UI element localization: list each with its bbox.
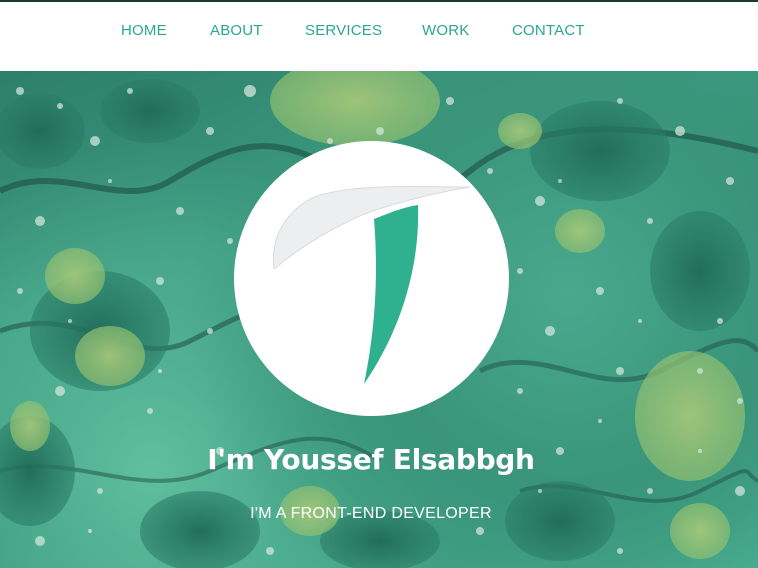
- hero-section: I'm Youssef Elsabbgh I'M A FRONT-END DEV…: [0, 71, 758, 568]
- t-logo-icon: [272, 185, 471, 384]
- page: HOME ABOUT SERVICES WORK CONTACT I'm You…: [0, 0, 758, 568]
- hero-subtitle: I'M A FRONT-END DEVELOPER: [250, 505, 492, 522]
- top-strip: [0, 0, 758, 2]
- nav-link-home[interactable]: HOME: [121, 22, 167, 39]
- hero-title: I'm Youssef Elsabbgh: [207, 443, 535, 476]
- navbar: HOME ABOUT SERVICES WORK CONTACT: [0, 0, 758, 71]
- logo-badge: [234, 141, 509, 416]
- nav-link-services[interactable]: SERVICES: [305, 22, 382, 39]
- nav-link-work[interactable]: WORK: [422, 22, 469, 39]
- nav-link-about[interactable]: ABOUT: [210, 22, 263, 39]
- nav-link-contact[interactable]: CONTACT: [512, 22, 585, 39]
